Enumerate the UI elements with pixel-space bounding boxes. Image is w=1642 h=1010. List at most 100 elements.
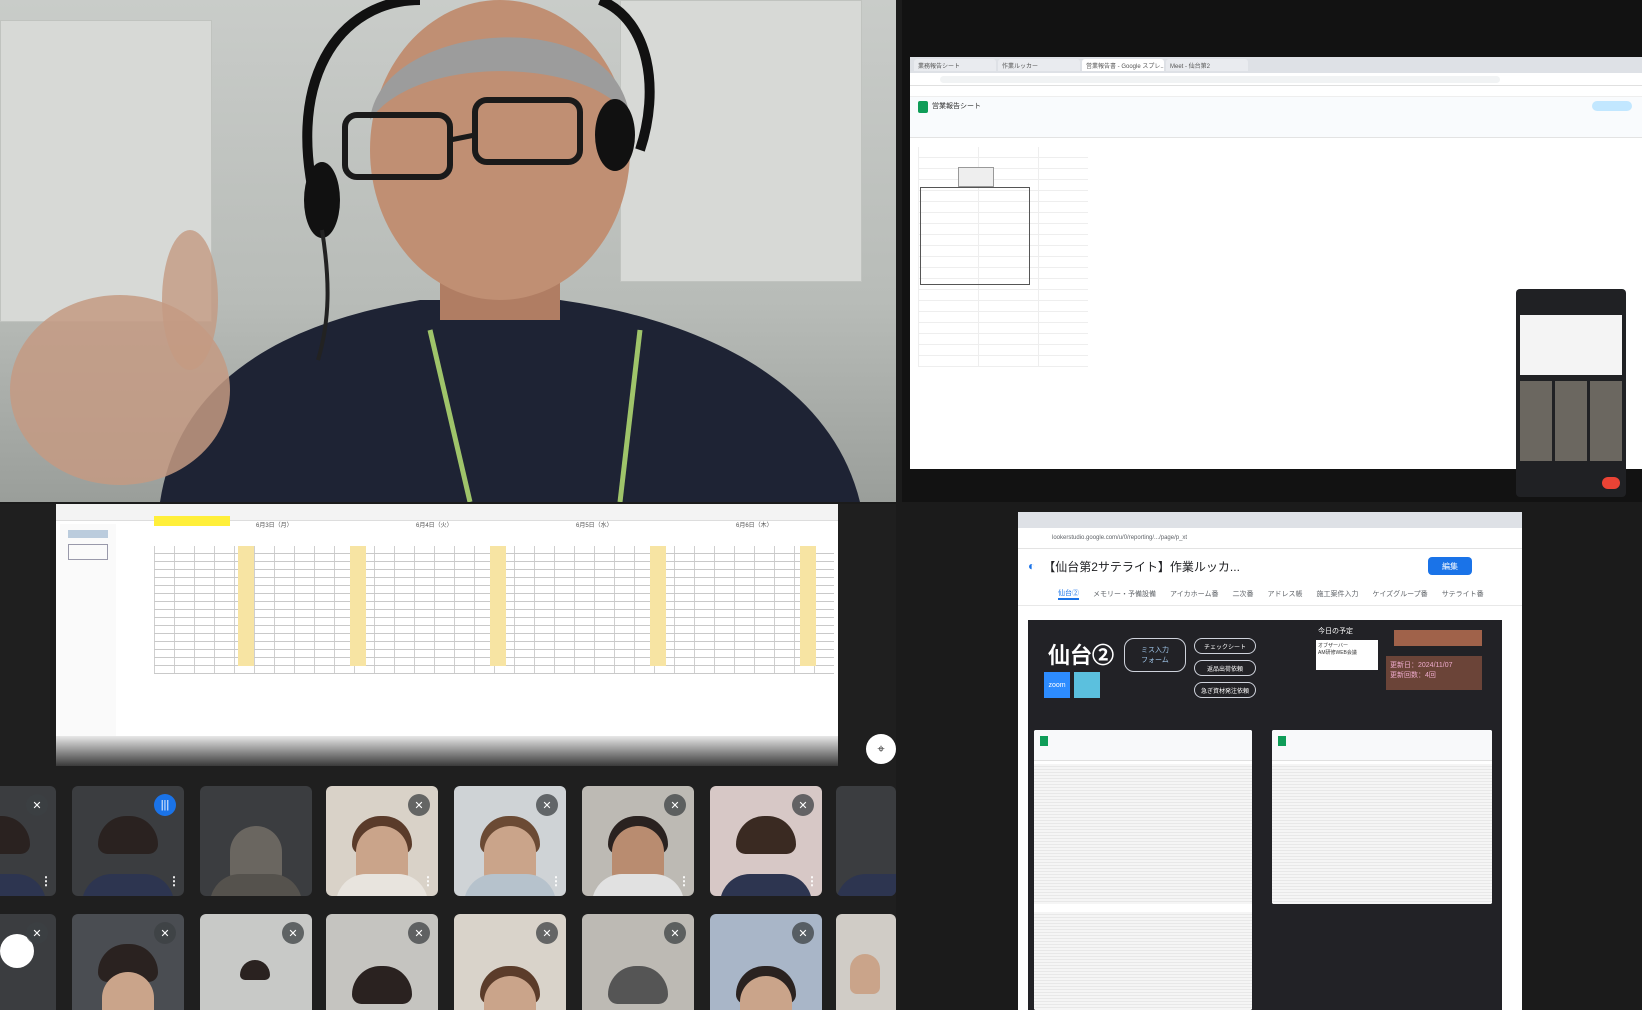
end-call-icon[interactable]	[1602, 477, 1620, 489]
sheets-logo-icon	[1278, 736, 1286, 746]
checksheet-button[interactable]: チェックシート	[1194, 638, 1256, 654]
participant-tile[interactable]: ✕ ⋮	[582, 786, 694, 896]
participant-tile[interactable]: ✕	[200, 914, 312, 1010]
participant-tile[interactable]: ✕	[582, 914, 694, 1010]
cleaning-icon[interactable]	[1074, 672, 1100, 698]
date-header: 6月6日（木）	[736, 523, 773, 529]
participant-tile[interactable]: ✕ ⋮	[0, 786, 56, 896]
browser-tab-bar	[1018, 512, 1522, 528]
browser-tab[interactable]: Meet - 仙台第2	[1166, 59, 1248, 71]
tab-page[interactable]: ケイズグループ番	[1372, 589, 1427, 599]
browser-tab[interactable]: 業務報告シート	[914, 59, 996, 71]
schedule-item: オブザーバー	[1318, 643, 1348, 649]
total-column	[650, 546, 666, 666]
today-schedule: オブザーバー AM研修WEB会議	[1316, 640, 1378, 670]
sheet-title: 営業報告シート	[932, 103, 981, 110]
screen-share-tile-1: 業務報告シート 作業ルッカー 営業報告書 - Google スプレ... Mee…	[902, 0, 1642, 502]
speaker-video-tile	[0, 0, 896, 502]
material-order-button[interactable]: 急ぎ資材発注依頼	[1194, 682, 1256, 698]
tab-page[interactable]: 仙台②	[1058, 588, 1079, 600]
browser-window: 業務報告シート 作業ルッカー 営業報告書 - Google スプレ... Mee…	[910, 57, 1642, 497]
tab-page[interactable]: サテライト番	[1442, 589, 1484, 599]
share-button[interactable]	[1592, 101, 1632, 111]
update-info: 更新日：2024/11/07 更新回数：4回	[1386, 656, 1482, 690]
mic-off-icon: ✕	[26, 794, 48, 816]
tab-page[interactable]: アドレス帳	[1267, 589, 1302, 599]
schedule-item: AM研修WEB会議	[1318, 650, 1357, 656]
sheets-logo-icon	[918, 101, 928, 113]
participant-tile[interactable]: ✕ ⋮	[326, 786, 438, 896]
browser-tab[interactable]: 作業ルッカー	[998, 59, 1080, 71]
more-options-icon[interactable]: ⋮	[678, 874, 690, 888]
participant-tile[interactable]: ✕	[326, 914, 438, 1010]
participant-tile[interactable]	[836, 786, 896, 896]
sheet-tabs-bar	[56, 736, 838, 766]
mic-off-icon: ✕	[408, 922, 430, 944]
total-column	[350, 546, 366, 666]
zoom-icon[interactable]: zoom	[1044, 672, 1070, 698]
highlight-cell	[154, 516, 230, 526]
more-options-icon[interactable]: ⋮	[550, 874, 562, 888]
today-label: 今日の予定	[1318, 628, 1353, 635]
report-title: 【仙台第2サテライト】作業ルッカ...	[1043, 559, 1240, 574]
selected-range	[920, 187, 1030, 285]
mic-off-icon: ✕	[792, 794, 814, 816]
edit-button[interactable]: 編集	[1428, 557, 1472, 575]
embedded-sheet-toolbar	[1272, 730, 1492, 761]
pip-participant-grid	[1520, 381, 1622, 461]
unpin-icon[interactable]: ⌖	[866, 734, 896, 764]
update-count: 更新回数：4回	[1390, 672, 1436, 679]
more-options-icon[interactable]: ⋮	[806, 874, 818, 888]
mic-off-icon: ✕	[282, 922, 304, 944]
embedded-sheet-toolbar	[1034, 730, 1252, 761]
tab-page[interactable]: メモリー・予備設備	[1093, 589, 1156, 599]
date-header: 6月4日（火）	[416, 523, 453, 529]
embedded-sheet-1[interactable]	[1034, 730, 1252, 1010]
tab-page[interactable]: アイカホーム番	[1170, 589, 1218, 599]
sheet-grid[interactable]	[918, 147, 1088, 367]
meet-pip-window[interactable]	[1516, 289, 1626, 497]
more-options-icon[interactable]: ⋮	[168, 874, 180, 888]
more-options-icon[interactable]: ⋮	[40, 874, 52, 888]
address-bar[interactable]: lookerstudio.google.com/u/0/reporting/..…	[1018, 528, 1522, 549]
participant-tile[interactable]	[836, 914, 896, 1010]
mic-off-icon: ✕	[26, 922, 48, 944]
speaker-figure	[10, 0, 860, 502]
browser-window: lookerstudio.google.com/u/0/reporting/..…	[1018, 512, 1522, 1010]
mistake-form-button[interactable]: ミス入力 フォーム	[1124, 638, 1186, 672]
participant-tile[interactable]: ✕	[0, 914, 56, 1010]
participant-tile[interactable]: ✕	[710, 914, 822, 1010]
participant-tile[interactable]: ✕	[72, 914, 184, 1010]
report-canvas: 仙台② zoom ミス入力 フォーム チェックシート 返品出荷依頼 急ぎ資材発注…	[1028, 620, 1502, 1010]
participant-tile[interactable]: ✕	[454, 914, 566, 1010]
screen-share-tile-2: 6月3日（月） 6月4日（火） 6月5日（水） 6月6日（木） ✕ ⋮ ||| ⋮ …	[0, 504, 896, 1010]
date-header: 6月5日（水）	[576, 523, 613, 529]
tab-page[interactable]: 二次番	[1232, 589, 1253, 599]
participant-tile[interactable]	[200, 786, 312, 896]
address-bar[interactable]	[910, 73, 1642, 86]
more-options-icon[interactable]: ⋮	[422, 874, 434, 888]
embedded-sheet-2[interactable]	[1272, 730, 1492, 904]
spreadsheet-side-panel	[60, 524, 116, 744]
screen-share-tile-3: lookerstudio.google.com/u/0/reporting/..…	[902, 508, 1642, 1010]
sheet-button-shape[interactable]	[958, 167, 994, 187]
mic-off-icon: ✕	[664, 922, 686, 944]
looker-logo-icon: ◐	[1028, 559, 1036, 573]
updated-date: 更新日：2024/11/07	[1390, 662, 1453, 669]
participant-tile[interactable]: ✕ ⋮	[710, 786, 822, 896]
sheets-toolbar: 営業報告シート	[910, 97, 1642, 138]
status-badge	[1394, 630, 1482, 646]
return-request-button[interactable]: 返品出荷依頼	[1194, 660, 1256, 676]
mic-off-icon: ✕	[792, 922, 814, 944]
tab-page[interactable]: 施工案件入力	[1316, 589, 1358, 599]
browser-tab-active[interactable]: 営業報告書 - Google スプレ...	[1082, 59, 1164, 71]
mic-off-icon: ✕	[154, 922, 176, 944]
mic-off-icon: ✕	[536, 794, 558, 816]
participant-tile[interactable]: ✕ ⋮	[454, 786, 566, 896]
mic-off-icon: ✕	[536, 922, 558, 944]
browser-tab-bar: 業務報告シート 作業ルッカー 営業報告書 - Google スプレ... Mee…	[910, 57, 1642, 73]
participant-tile[interactable]: ||| ⋮	[72, 786, 184, 896]
total-column	[238, 546, 254, 666]
date-header: 6月3日（月）	[256, 523, 293, 529]
total-column	[800, 546, 816, 666]
